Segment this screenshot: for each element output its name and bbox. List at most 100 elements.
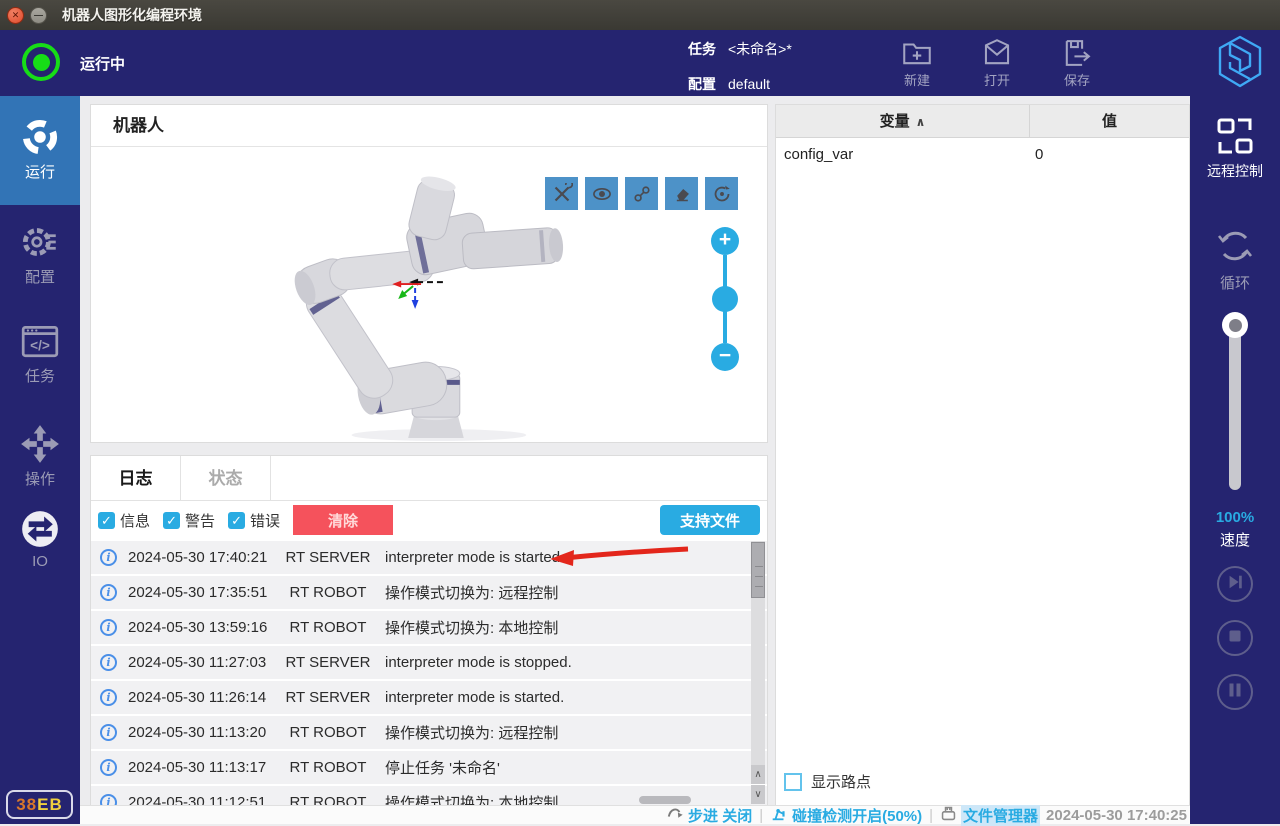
log-row[interactable]: i 2024-05-30 13:59:16 RT ROBOT 操作模式切换为: … [91, 611, 767, 644]
log-row[interactable]: i 2024-05-30 11:13:20 RT ROBOT 操作模式切换为: … [91, 716, 767, 749]
speed-slider-track[interactable] [1229, 318, 1241, 490]
step-mode-status[interactable]: 步进 关闭 [666, 805, 752, 826]
checkbox-checked-icon [98, 511, 115, 529]
log-time: 2024-05-30 11:26:14 [128, 689, 267, 706]
info-icon: i [100, 794, 117, 805]
loop-arrows-icon [1190, 224, 1280, 268]
checkbox-checked-icon [163, 511, 181, 529]
file-manager-button[interactable]: 文件管理器 [940, 804, 1041, 826]
column-header-variable[interactable]: 变量 ∧ [776, 105, 1030, 137]
log-row[interactable]: i 2024-05-30 17:40:21 RT SERVER interpre… [91, 541, 767, 574]
robot-panel-title: 机器人 [91, 105, 767, 147]
status-timestamp: 2024-05-30 17:40:25 [1046, 806, 1187, 824]
variable-row[interactable]: config_var 0 [776, 138, 1189, 170]
code-window-icon: </> [0, 320, 80, 362]
app-header: 运行中 任务 <未命名>* 配置 default 新建 打开 保存 [0, 30, 1280, 96]
run-target-icon [0, 116, 80, 158]
log-source: RT SERVER [285, 549, 371, 566]
scroll-up-button[interactable]: ∧ [751, 765, 765, 784]
window-minimize-icon[interactable]: — [30, 6, 47, 24]
info-icon: i [100, 584, 117, 601]
variable-value: 0 [1035, 145, 1044, 163]
column-header-value[interactable]: 值 [1030, 105, 1189, 137]
sidebar-item-task[interactable]: </> 任务 [0, 320, 80, 386]
log-message: 操作模式切换为: 本地控制 [385, 795, 559, 805]
left-sidebar: 运行 配置 </> 任务 操作 IO 38EB [0, 96, 80, 824]
log-row[interactable]: i 2024-05-30 17:35:51 RT ROBOT 操作模式切换为: … [91, 576, 767, 609]
log-scrollbar-thumb[interactable] [751, 542, 765, 598]
step-next-button[interactable] [1217, 566, 1253, 602]
path-nodes-button[interactable] [625, 177, 658, 210]
window-title: 机器人图形化编程环境 [62, 7, 202, 23]
log-message: 停止任务 '未命名' [385, 760, 500, 777]
log-message: 操作模式切换为: 远程控制 [385, 725, 559, 742]
pause-icon [1227, 682, 1243, 703]
loop-button[interactable]: 循环 [1190, 224, 1280, 293]
log-source: RT SERVER [285, 689, 371, 706]
remote-control-button[interactable]: 远程控制 [1190, 115, 1280, 181]
tools-button[interactable] [545, 177, 578, 210]
log-tabs: 日志 状态 [91, 456, 767, 501]
task-value: <未命名>* [728, 41, 792, 57]
tab-log[interactable]: 日志 [91, 456, 181, 500]
robot-id-badge: 38EB [6, 790, 73, 819]
robot-3d-viewport[interactable]: + − [91, 147, 767, 441]
sort-asc-icon: ∧ [915, 115, 926, 129]
tab-status[interactable]: 状态 [181, 456, 271, 500]
clear-log-button[interactable]: 清除 [293, 505, 394, 535]
eraser-button[interactable] [665, 177, 698, 210]
window-close-icon[interactable]: ✕ [7, 6, 24, 24]
zoom-in-button[interactable]: + [711, 227, 739, 255]
file-manager-label: 文件管理器 [961, 804, 1041, 826]
stop-icon [1227, 628, 1243, 649]
log-scrollbar-track[interactable] [751, 541, 765, 765]
log-time: 2024-05-30 11:12:51 [128, 794, 267, 805]
log-row[interactable]: i 2024-05-30 11:26:14 RT SERVER interpre… [91, 681, 767, 714]
scroll-down-button[interactable]: ∨ [751, 785, 765, 804]
running-status-icon [22, 43, 60, 81]
filter-warning-checkbox[interactable]: 警告 [163, 510, 215, 531]
eye-button[interactable] [585, 177, 618, 210]
sidebar-item-run[interactable]: 运行 [0, 96, 80, 205]
log-list: i 2024-05-30 17:40:21 RT SERVER interpre… [91, 541, 767, 805]
support-file-button[interactable]: 支持文件 [660, 505, 760, 535]
pause-button[interactable] [1217, 674, 1253, 710]
separator: | [759, 806, 764, 824]
collision-detect-status[interactable]: 碰撞检测开启(50%) [770, 804, 922, 826]
zoom-slider-handle[interactable] [712, 286, 738, 312]
open-task-button[interactable]: 打开 [968, 36, 1026, 89]
speed-slider-handle[interactable] [1222, 312, 1248, 338]
step-mode-label: 步进 关闭 [688, 807, 753, 825]
filter-error-checkbox[interactable]: 错误 [228, 510, 280, 531]
sidebar-item-config[interactable]: 配置 [0, 221, 80, 287]
log-row[interactable]: i 2024-05-30 11:13:17 RT ROBOT 停止任务 '未命名… [91, 751, 767, 784]
log-source: RT ROBOT [289, 724, 367, 741]
speed-value: 100% [1215, 509, 1255, 526]
sidebar-item-io[interactable]: IO [0, 508, 80, 570]
task-field: 任务 <未命名>* [688, 39, 792, 59]
log-row[interactable]: i 2024-05-30 11:27:03 RT SERVER interpre… [91, 646, 767, 679]
reset-view-button[interactable] [705, 177, 738, 210]
sidebar-item-label: 运行 [24, 164, 55, 181]
variable-name: config_var [784, 145, 854, 163]
open-envelope-icon [968, 36, 1026, 70]
new-task-button[interactable]: 新建 [888, 36, 946, 89]
variables-header: 变量 ∧ 值 [776, 105, 1189, 138]
log-horizontal-scrollbar-thumb[interactable] [639, 796, 691, 804]
log-message: interpreter mode is started. [385, 689, 565, 706]
info-icon: i [100, 619, 117, 636]
log-source: RT ROBOT [289, 759, 367, 776]
stop-button[interactable] [1217, 620, 1253, 656]
show-waypoints-label: 显示路点 [811, 774, 872, 791]
sidebar-item-jog[interactable]: 操作 [0, 423, 80, 489]
log-controls: 信息 警告 错误 清除 支持文件 [91, 501, 767, 539]
save-task-button[interactable]: 保存 [1048, 36, 1106, 89]
filter-info-checkbox[interactable]: 信息 [98, 510, 150, 531]
right-sidebar: 远程控制 循环 100% 速度 [1190, 96, 1280, 824]
zoom-out-button[interactable]: − [711, 343, 739, 371]
log-time: 2024-05-30 17:40:21 [128, 549, 268, 566]
log-message: 操作模式切换为: 本地控制 [385, 620, 559, 637]
log-message: 操作模式切换为: 远程控制 [385, 585, 559, 602]
new-folder-icon [888, 36, 946, 70]
show-waypoints-checkbox[interactable]: 显示路点 [784, 771, 871, 792]
